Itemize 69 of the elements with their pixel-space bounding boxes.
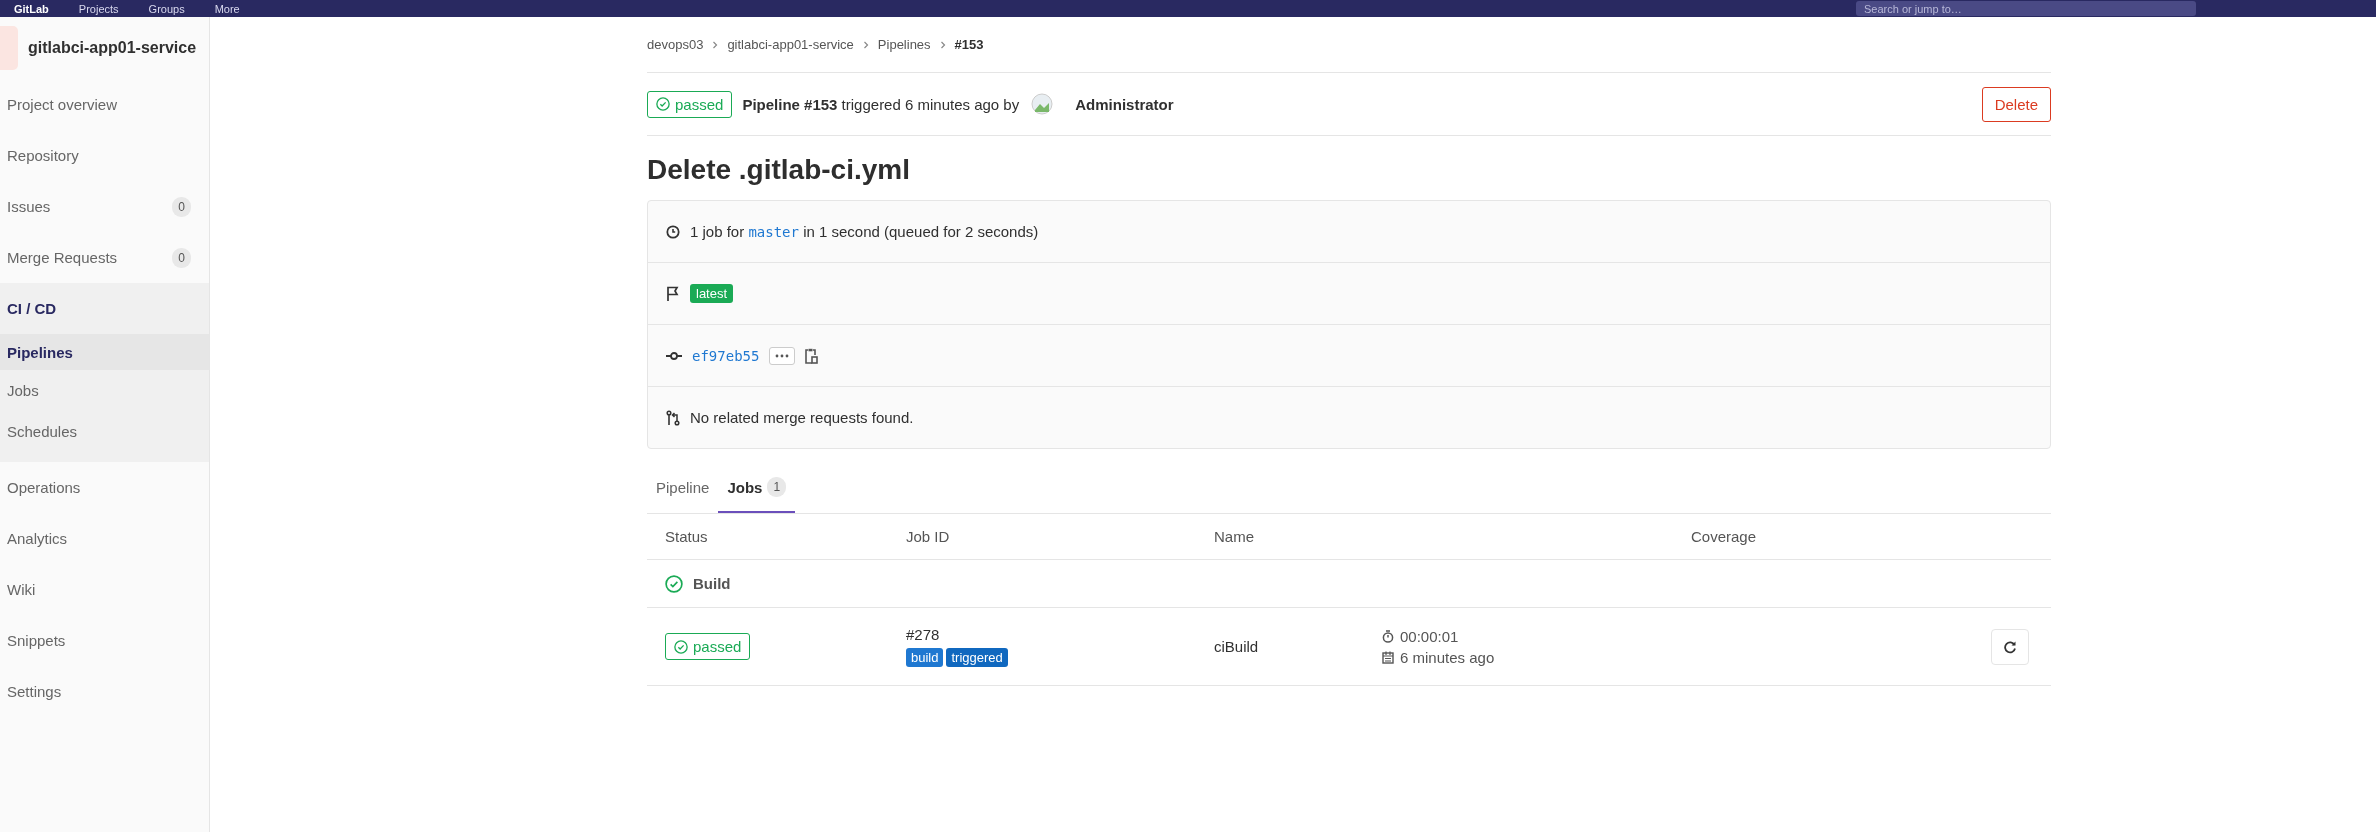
breadcrumb-link[interactable]: #153 <box>954 37 984 52</box>
project-avatar <box>0 26 18 70</box>
page-title: Delete .gitlab-ci.yml <box>647 153 911 187</box>
merge-request-icon <box>666 409 680 426</box>
search-field[interactable]: Search or jump to… <box>1856 1 2196 16</box>
check-circle-icon <box>674 639 688 654</box>
ellipsis-icon <box>775 353 790 358</box>
chevron-icon <box>711 40 720 49</box>
user-link[interactable]: Administrator <box>1075 95 1174 113</box>
chevron-icon <box>938 40 947 49</box>
branch-link[interactable]: master <box>748 224 799 240</box>
sidebar-item[interactable]: Settings <box>0 666 209 717</box>
check-circle-icon <box>656 97 670 111</box>
nav-menu-item[interactable]: More <box>214 2 240 15</box>
job-name[interactable]: ciBuild <box>1214 638 1382 655</box>
sidebar-item[interactable]: Repository <box>0 130 209 181</box>
merge-requests-note: No related merge requests found. <box>690 409 914 426</box>
clock-icon <box>666 224 680 239</box>
sidebar-item[interactable]: Merge Requests 0 <box>0 232 209 283</box>
latest-badge: latest <box>690 284 734 303</box>
clipboard-icon[interactable] <box>805 347 819 364</box>
column-header: Status <box>665 528 709 545</box>
chevron-icon <box>861 40 870 49</box>
retry-icon <box>2003 639 2017 654</box>
sidebar-item[interactable]: Wiki <box>0 564 209 615</box>
expand-button[interactable] <box>769 346 796 365</box>
job-tag: build <box>906 648 944 667</box>
sidebar-subitem[interactable]: Jobs <box>0 370 209 411</box>
project-name[interactable]: gitlabci-app01-service <box>28 39 197 57</box>
tab-label: Jobs <box>727 478 763 496</box>
tab[interactable]: Pipeline <box>647 463 719 513</box>
sidebar-item[interactable]: Analytics <box>0 513 209 564</box>
job-finished-time: 6 minutes ago <box>1400 648 1495 666</box>
calendar-icon <box>1382 650 1394 664</box>
job-tag: triggered <box>946 648 1008 667</box>
breadcrumb-link[interactable]: Pipelines <box>877 37 931 52</box>
pipeline-summary: Pipeline #153 triggered 6 minutes ago by <box>742 95 1020 113</box>
breadcrumb-link[interactable]: devops03 <box>647 37 704 52</box>
flag-icon <box>666 285 680 302</box>
count-badge: 0 <box>172 247 191 268</box>
count-badge: 1 <box>767 477 787 497</box>
user-avatar <box>1031 93 1054 115</box>
commit-icon <box>666 350 682 361</box>
breadcrumb-link[interactable]: gitlabci-app01-service <box>727 37 854 52</box>
sidebar-item-label: Issues <box>7 198 51 215</box>
nav-menu-item[interactable]: Projects <box>78 2 119 15</box>
sidebar-item[interactable]: Operations <box>0 462 209 513</box>
sidebar-item[interactable]: Issues 0 <box>0 181 209 232</box>
app-logo[interactable]: GitLab <box>14 2 49 15</box>
tab[interactable]: Jobs 1 <box>718 463 796 513</box>
sidebar-item[interactable]: Project overview <box>0 79 209 130</box>
count-badge: 0 <box>172 196 191 217</box>
job-id-link[interactable]: #278 <box>906 626 1214 643</box>
check-circle-icon <box>665 574 683 593</box>
delete-button[interactable]: Delete <box>1981 86 2051 122</box>
column-header: Job ID <box>906 528 951 545</box>
stopwatch-icon <box>1382 629 1394 643</box>
column-header: Coverage <box>1691 528 1758 545</box>
column-header: Name <box>1214 528 1255 545</box>
nav-menu-item[interactable]: Groups <box>148 2 185 15</box>
stage-name: Build <box>693 575 731 592</box>
sidebar-subitem[interactable]: Pipelines <box>0 334 209 370</box>
retry-button[interactable] <box>1991 628 2029 665</box>
commit-link[interactable]: ef97eb55 <box>692 347 760 364</box>
job-summary: 1 job for master in 1 second (queued for 2 seconds) <box>690 223 1039 240</box>
sidebar-item[interactable]: Snippets <box>0 615 209 666</box>
job-duration: 00:00:01 <box>1400 627 1459 645</box>
sidebar-subitem[interactable]: Schedules <box>0 411 209 452</box>
sidebar-item-label: Merge Requests <box>7 249 118 266</box>
